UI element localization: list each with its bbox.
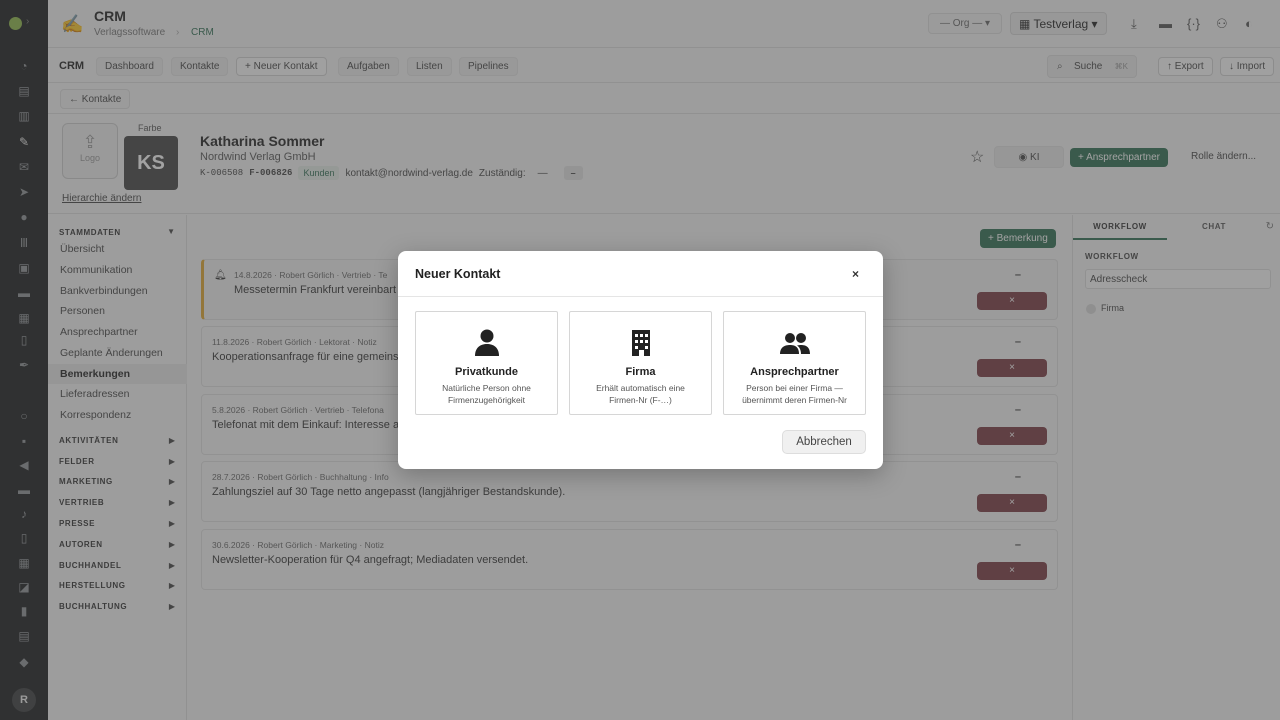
option-description: Person bei einer Firma — übernimmt deren … (724, 382, 865, 406)
close-icon[interactable]: × (852, 267, 859, 281)
new-contact-dialog: Neuer Kontakt × Privatkunde Natürliche P… (398, 251, 883, 469)
building-icon (631, 330, 650, 356)
option-description: Erhält automatisch eine Firmen-Nr (F-…) (570, 382, 711, 406)
option-description-line: Firmenzugehörigkeit (447, 395, 525, 405)
option-title: Privatkunde (455, 366, 518, 378)
person-icon (474, 329, 499, 356)
option-privatkunde[interactable]: Privatkunde Natürliche Person ohne Firmen… (415, 311, 558, 415)
option-description: Natürliche Person ohne Firmenzugehörigkei… (416, 382, 557, 406)
option-description-line: Person bei einer Firma — (746, 383, 843, 393)
cancel-button[interactable]: Abbrechen (782, 430, 866, 454)
option-title: Ansprechpartner (750, 366, 839, 378)
option-description-line: Erhält automatisch eine (596, 383, 685, 393)
dialog-title: Neuer Kontakt (415, 267, 501, 281)
option-ansprechpartner[interactable]: Ansprechpartner Person bei einer Firma —… (723, 311, 866, 415)
option-description-line: übernimmt deren Firmen-Nr (742, 395, 847, 405)
option-title: Firma (625, 366, 656, 378)
people-icon (779, 333, 810, 354)
option-firma[interactable]: Firma Erhält automatisch eine Firmen-Nr (… (569, 311, 712, 415)
option-description-line: Natürliche Person ohne (442, 383, 531, 393)
dialog-divider (398, 296, 883, 297)
option-description-line: Firmen-Nr (F-…) (609, 395, 672, 405)
